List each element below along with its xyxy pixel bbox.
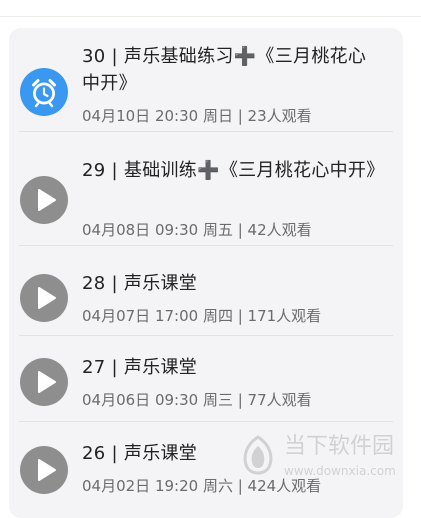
session-title[interactable]: 28 | 声乐课堂 <box>82 270 382 297</box>
watermark-name: 当下软件园 <box>284 434 395 459</box>
divider <box>19 421 393 422</box>
play-icon[interactable] <box>20 358 68 406</box>
divider <box>19 245 393 246</box>
divider <box>19 131 393 132</box>
session-meta: 04月08日 09:30 周五 | 42人观看 <box>82 221 312 239</box>
play-icon[interactable] <box>20 176 68 224</box>
session-meta: 04月10日 20:30 周日 | 23人观看 <box>82 107 312 125</box>
session-title[interactable]: 29 | 基础训练➕《三月桃花心中开》 <box>82 157 384 184</box>
play-icon[interactable] <box>20 274 68 322</box>
session-item[interactable]: 29 | 基础训练➕《三月桃花心中开》 04月08日 09:30 周五 | 42… <box>9 142 403 246</box>
watermark-logo-icon <box>236 434 280 478</box>
header-divider <box>0 16 421 17</box>
session-item[interactable]: 30 | 声乐基础练习➕《三月桃花心中开》 04月10日 20:30 周日 | … <box>9 28 403 132</box>
session-title[interactable]: 27 | 声乐课堂 <box>82 354 382 381</box>
alarm-clock-icon[interactable] <box>20 68 68 116</box>
divider <box>19 335 393 336</box>
session-meta: 04月06日 09:30 周三 | 77人观看 <box>82 391 312 409</box>
play-icon[interactable] <box>20 446 68 494</box>
watermark: 当下软件园 www.downxia.com <box>236 432 416 488</box>
session-title[interactable]: 30 | 声乐基础练习➕《三月桃花心中开》 <box>82 43 382 97</box>
watermark-url: www.downxia.com <box>284 464 396 478</box>
session-meta: 04月07日 17:00 周四 | 171人观看 <box>82 307 322 325</box>
